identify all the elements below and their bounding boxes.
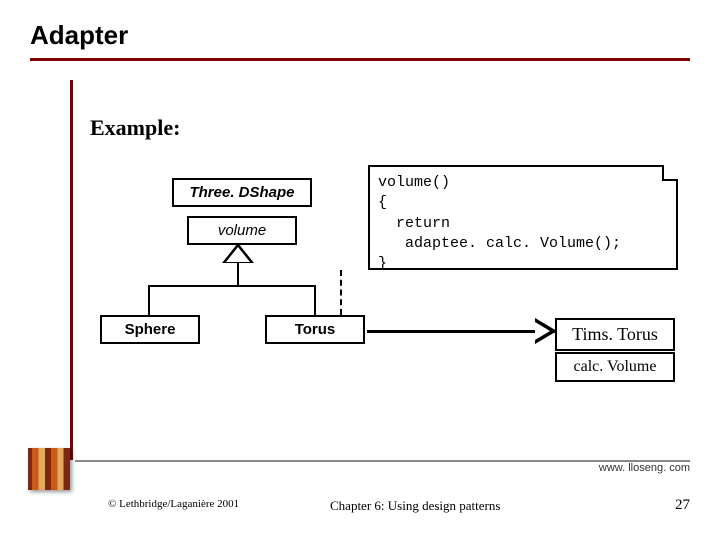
uml-class-torus: Torus [265, 315, 365, 344]
generalization-triangle-icon [222, 243, 254, 263]
footer-url: www. lloseng. com [599, 462, 690, 474]
uml-class-threedshape: Three. DShape [172, 178, 312, 207]
inherit-hbar [148, 285, 316, 287]
uml-operation-volume: volume [187, 216, 297, 245]
adapter-arrow-line [367, 330, 555, 333]
title-vertical-bar [70, 80, 73, 460]
example-label: Example: [90, 115, 180, 141]
adapter-arrow-head-icon [535, 318, 557, 344]
footer-page-number: 27 [675, 497, 690, 514]
uml-diagram: Three. DShape volume volume() { return a… [90, 160, 690, 440]
footer-copyright: © Lethbridge/Laganière 2001 [108, 498, 239, 510]
uml-class-timstorus: Tims. Torus [555, 318, 675, 351]
note-anchor-dash [340, 270, 342, 315]
footer-chapter: Chapter 6: Using design patterns [330, 498, 500, 514]
inherit-left [148, 285, 150, 317]
uml-note-code: volume() { return adaptee. calc. Volume(… [368, 165, 678, 270]
title-underline [30, 58, 690, 61]
uml-class-sphere: Sphere [100, 315, 200, 344]
uml-operation-calcvolume: calc. Volume [555, 352, 675, 382]
slide-title: Adapter [30, 20, 128, 51]
inherit-right [314, 285, 316, 317]
footer-divider [75, 460, 690, 462]
inherit-stem [237, 263, 239, 285]
decorative-swatch-icon [28, 448, 70, 490]
